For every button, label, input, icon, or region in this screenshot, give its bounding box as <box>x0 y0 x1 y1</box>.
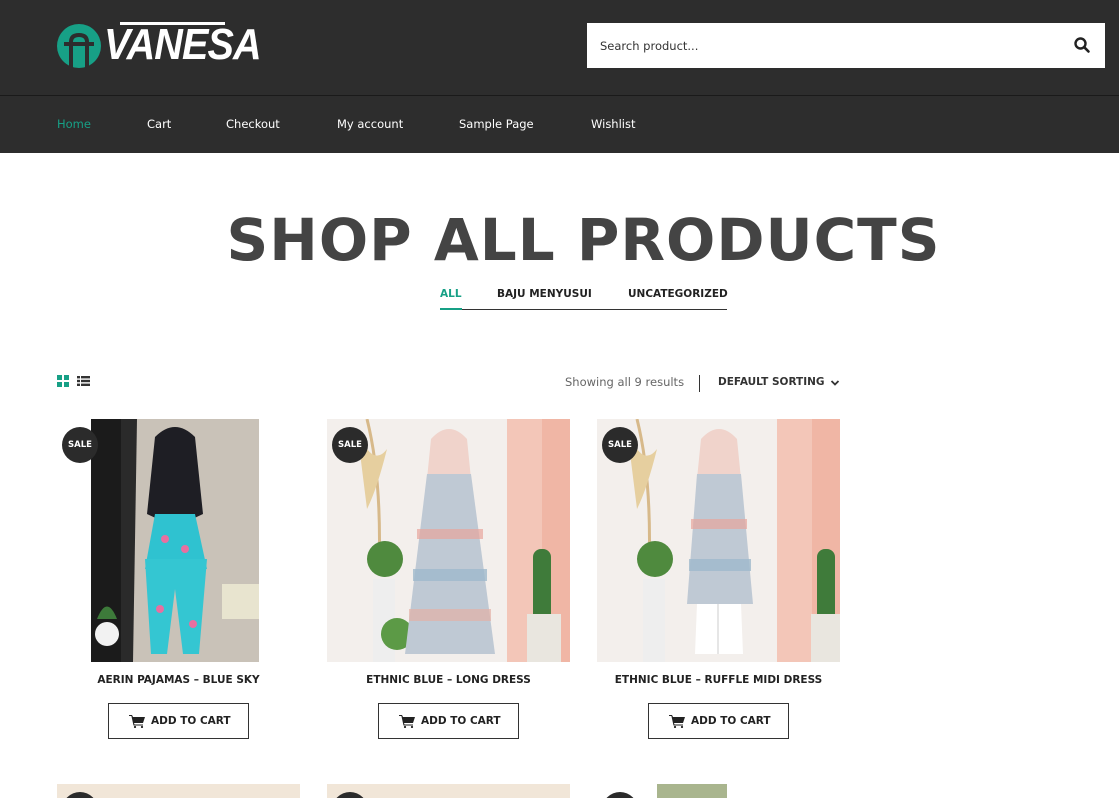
nav-item-sample-page[interactable]: Sample Page <box>459 117 534 131</box>
category-tab-uncategorized[interactable]: UNCATEGORIZED <box>628 288 728 300</box>
product-image[interactable] <box>57 784 300 798</box>
product-card: SALE ETHNIC BLUE – LONG DRESS ADD TO CAR… <box>327 419 570 739</box>
nav-item-checkout[interactable]: Checkout <box>226 117 280 131</box>
nav-item-home[interactable]: Home <box>57 117 91 131</box>
sale-badge <box>62 792 98 798</box>
search-box <box>587 23 1105 68</box>
search-input[interactable] <box>587 23 1057 68</box>
product-card: SALE ETHNIC BLUE – RUFFLE MIDI DRESS ADD… <box>597 419 840 739</box>
product-card: SALE AERIN PAJAMAS – BLUE SKY ADD TO CAR… <box>57 419 300 739</box>
nav-item-my-account[interactable]: My account <box>337 117 403 131</box>
cart-icon <box>669 715 685 728</box>
product-title[interactable]: ETHNIC BLUE – RUFFLE MIDI DRESS <box>577 674 860 686</box>
add-to-cart-label: ADD TO CART <box>691 715 771 727</box>
chevron-down-icon[interactable] <box>830 379 840 387</box>
product-image[interactable] <box>597 784 840 798</box>
category-tab-all[interactable]: ALL <box>440 288 462 300</box>
product-photo <box>657 784 727 798</box>
add-to-cart-button[interactable]: ADD TO CART <box>108 703 249 739</box>
sale-badge: SALE <box>62 427 98 463</box>
grid-view-icon[interactable] <box>57 375 69 387</box>
site-logo[interactable]: VANESA <box>56 20 262 69</box>
shopping-bag-logo-icon <box>57 24 101 68</box>
nav-item-wishlist[interactable]: Wishlist <box>591 117 635 131</box>
add-to-cart-button[interactable]: ADD TO CART <box>648 703 789 739</box>
search-icon[interactable] <box>1073 36 1091 54</box>
sorting-select[interactable]: DEFAULT SORTING <box>718 376 825 388</box>
site-header: VANESA <box>0 0 1119 95</box>
cart-icon <box>399 715 415 728</box>
results-count: Showing all 9 results <box>565 375 685 389</box>
main-navigation: Home Cart Checkout My account Sample Pag… <box>0 95 1119 153</box>
product-title[interactable]: AERIN PAJAMAS – BLUE SKY <box>37 674 320 686</box>
add-to-cart-label: ADD TO CART <box>151 715 231 727</box>
category-filter: ALL BAJU MENYUSUI UNCATEGORIZED <box>440 288 728 310</box>
cart-icon <box>129 715 145 728</box>
active-tab-indicator <box>440 308 462 310</box>
list-view-icon[interactable] <box>77 375 90 387</box>
add-to-cart-button[interactable]: ADD TO CART <box>378 703 519 739</box>
sale-badge <box>602 792 638 798</box>
category-tab-baju-menyusui[interactable]: BAJU MENYUSUI <box>497 288 592 300</box>
sale-badge: SALE <box>332 427 368 463</box>
product-image[interactable] <box>327 784 570 798</box>
sale-badge: SALE <box>602 427 638 463</box>
toolbar-divider <box>699 375 700 392</box>
logo-text: VANESA <box>104 20 262 69</box>
sale-badge <box>332 792 368 798</box>
add-to-cart-label: ADD TO CART <box>421 715 501 727</box>
page-title: SHOP ALL PRODUCTS <box>226 206 941 274</box>
nav-item-cart[interactable]: Cart <box>147 117 171 131</box>
product-title[interactable]: ETHNIC BLUE – LONG DRESS <box>307 674 590 686</box>
